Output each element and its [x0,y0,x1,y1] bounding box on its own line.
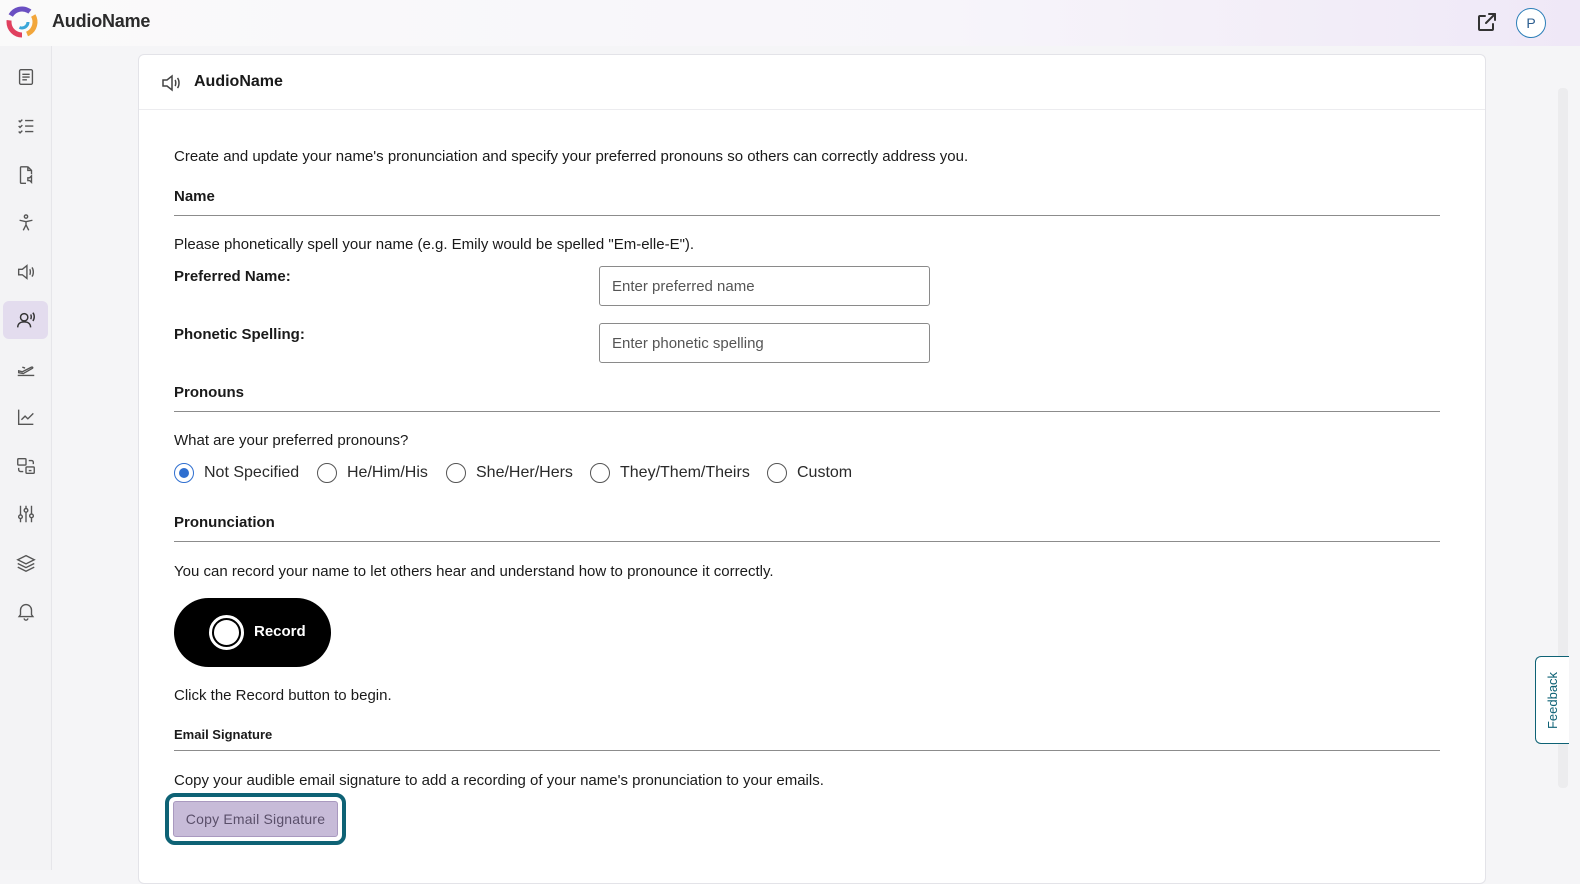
sidebar-item-travel[interactable] [3,350,48,388]
pronouns-question: What are your preferred pronouns? [174,432,409,449]
chart-icon [17,409,34,426]
copy-email-signature-button[interactable]: Copy Email Signature [173,801,338,837]
name-divider [174,215,1440,216]
sidebar-item-layers[interactable] [3,544,48,582]
radio-button[interactable] [767,463,787,483]
sliders-icon [17,505,34,523]
radio-button[interactable] [446,463,466,483]
name-section-title: Name [174,188,215,205]
record-label: Record [254,623,306,640]
feedback-tab[interactable]: Feedback [1535,656,1569,744]
sidebar [0,46,52,870]
sidebar-item-audio-file[interactable] [3,156,48,194]
layers-icon [15,554,36,573]
sidebar-item-analytics[interactable] [3,398,48,436]
radio-button[interactable] [317,463,337,483]
pronunciation-section-title: Pronunciation [174,514,275,531]
audio-file-icon [19,166,32,184]
pronouns-divider [174,411,1440,412]
user-avatar[interactable]: P [1516,8,1546,38]
radio-label: Custom [797,464,853,481]
radio-not-specified[interactable]: Not Specified [174,462,299,484]
sidebar-item-settings[interactable] [3,495,48,533]
record-icon [209,615,244,650]
sidebar-item-speaker[interactable] [3,253,48,291]
feedback-label: Feedback [1545,671,1560,729]
pronunciation-divider [174,541,1440,542]
audioname-card: AudioName Create and update your name's … [138,54,1486,884]
translate-icon [16,457,35,475]
radio-button[interactable] [590,463,610,483]
radio-he-him-his[interactable]: He/Him/His [317,462,428,484]
preferred-name-input[interactable] [599,266,930,306]
radio-label: They/Them/Theirs [620,464,750,481]
sidebar-item-translate[interactable] [3,447,48,485]
top-bar: AudioName P [0,0,1580,46]
sidebar-item-documents[interactable] [3,58,48,96]
external-link-icon[interactable] [1475,10,1499,34]
bell-icon [17,603,34,621]
speaker-icon [162,74,180,92]
radio-label: Not Specified [204,464,300,481]
sidebar-item-notifications[interactable] [3,592,48,630]
preferred-name-label: Preferred Name: [174,268,291,285]
card-header: AudioName [139,55,1485,110]
sidebar-item-audio-name[interactable] [3,301,48,339]
radio-custom[interactable]: Custom [767,462,852,484]
radio-button[interactable] [174,463,194,483]
speaker-icon [17,264,34,280]
radio-label: He/Him/His [347,464,428,481]
name-instruction: Please phonetically spell your name (e.g… [174,236,695,253]
accessibility-icon [18,214,33,231]
radio-she-her-hers[interactable]: She/Her/Hers [446,462,573,484]
sidebar-item-checklist[interactable] [3,107,48,145]
intro-text: Create and update your name's pronunciat… [174,148,969,165]
phonetic-spelling-input[interactable] [599,323,930,363]
pronouns-section-title: Pronouns [174,384,244,401]
radio-they-them-theirs[interactable]: They/Them/Theirs [590,462,750,484]
airplane-icon [17,366,34,377]
app-logo-icon[interactable] [4,4,40,40]
record-hint: Click the Record button to begin. [174,687,392,704]
pronunciation-instruction: You can record your name to let others h… [174,563,774,580]
copy-button-focus-ring: Copy Email Signature [165,793,346,845]
app-title: AudioName [52,11,151,31]
card-title: AudioName [194,73,283,90]
email-signature-section-title: Email Signature [174,727,273,742]
email-signature-divider [174,750,1440,751]
sidebar-item-accessibility[interactable] [3,204,48,242]
email-signature-instruction: Copy your audible email signature to add… [174,772,824,789]
radio-label: She/Her/Hers [476,464,573,481]
checklist-icon [17,119,33,134]
audio-name-icon [16,312,35,328]
document-icon [18,68,33,86]
phonetic-spelling-label: Phonetic Spelling: [174,326,305,343]
record-button[interactable]: Record [174,598,331,667]
